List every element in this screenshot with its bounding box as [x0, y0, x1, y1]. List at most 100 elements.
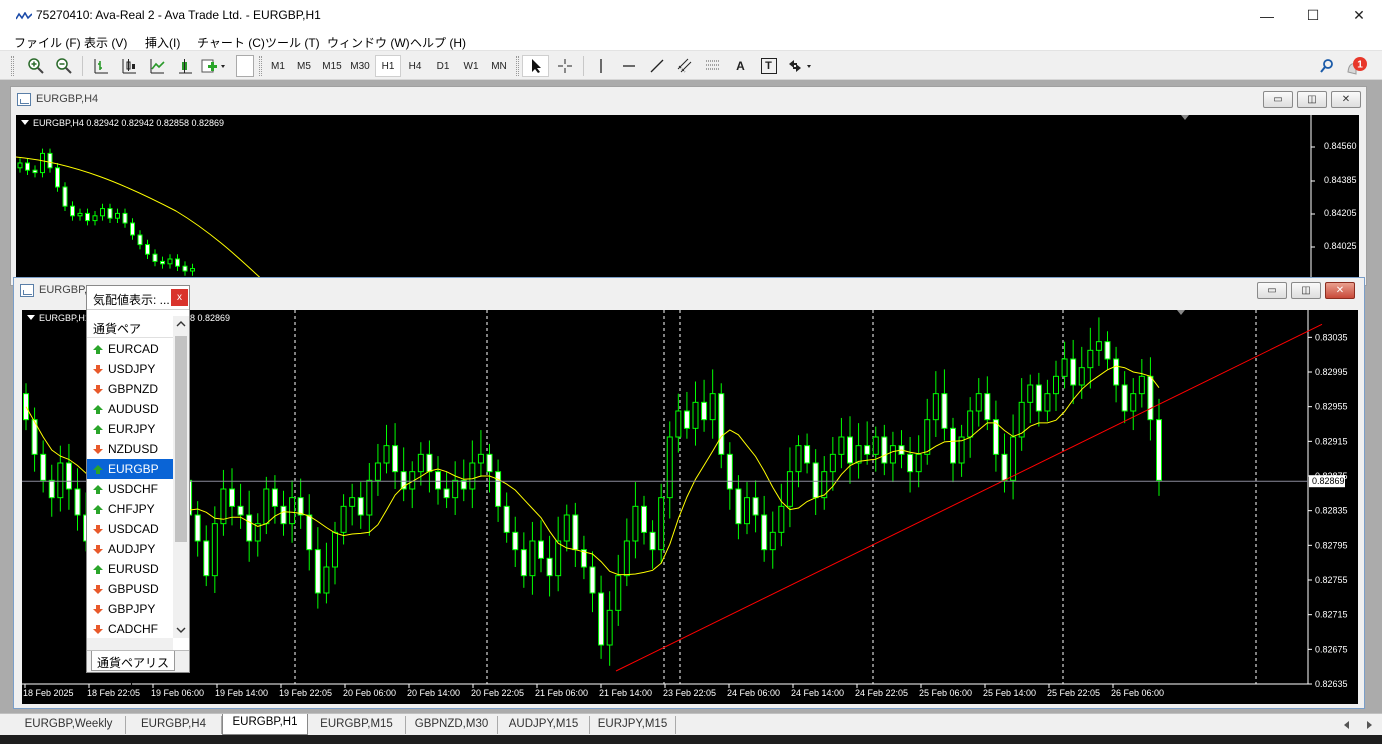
chart-tab[interactable]: GBPNZD,M30 — [406, 716, 498, 734]
add-indicator-icon[interactable] — [199, 55, 226, 77]
tab-scroll-arrows-icon[interactable] — [1338, 720, 1378, 730]
scrollbar-thumb[interactable] — [175, 336, 187, 542]
menu-view[interactable]: 表示 (V) — [84, 34, 127, 51]
chart-close-button[interactable]: ✕ — [1331, 91, 1361, 108]
chart-window-h4[interactable]: EURGBP,H4 ▭ ◫ ✕ EURGBP,H4 0.82942 0.8294… — [10, 86, 1367, 286]
notification-icon[interactable]: 1 — [1344, 55, 1370, 77]
fibonacci-icon[interactable] — [699, 55, 726, 77]
chart-window-titlebar[interactable]: EURGBP,H1 ▭ ◫ ✕ — [14, 278, 1364, 304]
candle-body — [130, 222, 135, 236]
chart-window-h1[interactable]: EURGBP,H1 ▭ ◫ ✕ 0.83035 0.82995 0.82955 0.8… — [13, 277, 1365, 709]
chart-minimize-button[interactable]: ▭ — [1257, 282, 1287, 299]
vertical-line-icon[interactable] — [587, 55, 614, 77]
candle-body — [137, 234, 143, 246]
search-icon[interactable] — [1316, 55, 1338, 77]
chart-tab[interactable]: EURJPY,M15 — [590, 716, 676, 734]
toolbar-grip[interactable] — [259, 56, 262, 76]
timeframe-h1[interactable]: H1 — [375, 55, 401, 77]
chart-restore-button[interactable]: ◫ — [1297, 91, 1327, 108]
symbol-row[interactable]: EURCAD — [87, 339, 173, 359]
x-tick-label: 23 Feb 22:05 — [663, 688, 716, 698]
timeframe-mn[interactable]: MN — [485, 55, 513, 77]
timeframe-m30[interactable]: M30 — [346, 55, 374, 77]
zoom-out-icon[interactable] — [50, 55, 77, 77]
close-button[interactable]: ✕ — [1336, 0, 1382, 31]
symbol-row[interactable]: AUDJPY — [87, 539, 173, 559]
chart-minimize-button[interactable]: ▭ — [1263, 91, 1293, 108]
symbol-row[interactable]: AUDUSD — [87, 399, 173, 419]
chart-close-button[interactable]: ✕ — [1325, 282, 1355, 299]
symbol-name: EURUSD — [108, 562, 159, 576]
x-tick-label: 24 Feb 22:05 — [855, 688, 908, 698]
menu-window[interactable]: ウィンドウ (W) — [327, 34, 410, 51]
line-chart-icon[interactable] — [143, 55, 170, 77]
maximize-button[interactable]: ☐ — [1290, 0, 1336, 31]
chart-dropdown-icon[interactable] — [27, 315, 35, 320]
menu-tools[interactable]: ツール (T) — [265, 34, 320, 51]
tab-symbol-list[interactable]: 通貨ペアリスト — [91, 651, 175, 687]
candle-body — [735, 488, 742, 525]
chart-tab[interactable]: EURGBP,H1 — [222, 714, 308, 735]
candle-body — [941, 393, 948, 429]
timeframe-m15[interactable]: M15 — [318, 55, 346, 77]
timeframe-w1[interactable]: W1 — [458, 55, 484, 77]
chart-window-titlebar[interactable]: EURGBP,H4 ▭ ◫ ✕ — [11, 87, 1366, 113]
crosshair-icon[interactable] — [551, 55, 578, 77]
menu-file[interactable]: ファイル (F) — [14, 34, 81, 51]
toolbar-grip[interactable] — [11, 56, 14, 76]
symbol-row[interactable]: NZDUSD — [87, 439, 173, 459]
symbol-row[interactable]: CHFJPY — [87, 499, 173, 519]
horizontal-line-icon[interactable] — [615, 55, 642, 77]
arrows-dropdown-icon[interactable] — [783, 55, 817, 77]
toolbar-grip[interactable] — [516, 56, 519, 76]
market-watch-close-button[interactable]: x — [171, 289, 188, 306]
symbol-row[interactable]: GBPUSD — [87, 579, 173, 599]
menu-chart[interactable]: チャート (C) — [197, 34, 265, 51]
chart-canvas-h4[interactable]: EURGBP,H4 0.82942 0.82942 0.82858 0.8286… — [16, 115, 1359, 283]
candle-body — [289, 497, 296, 525]
trendline-icon[interactable] — [643, 55, 670, 77]
equidistant-channel-icon[interactable] — [671, 55, 698, 77]
chart-canvas-h1[interactable]: 0.830350.829950.829550.829150.828750.828… — [22, 310, 1358, 704]
timeframe-d1[interactable]: D1 — [430, 55, 456, 77]
symbol-row[interactable]: USDCAD — [87, 519, 173, 539]
symbol-row[interactable]: EURGBP — [87, 459, 173, 479]
chart-dropdown-icon[interactable] — [21, 120, 29, 125]
symbol-row[interactable]: EURUSD — [87, 559, 173, 579]
minimize-button[interactable]: — — [1244, 0, 1290, 31]
candle-body — [55, 167, 60, 188]
chart-window-icon — [20, 284, 34, 297]
symbol-row[interactable]: USDCHF — [87, 479, 173, 499]
candle-body — [271, 488, 278, 507]
timeframe-h4[interactable]: H4 — [402, 55, 428, 77]
candle-body — [1095, 341, 1102, 351]
zoom-in-icon[interactable] — [22, 55, 49, 77]
symbol-row[interactable]: USDJPY — [87, 359, 173, 379]
bar-chart-icon[interactable] — [87, 55, 114, 77]
vertical-scrollbar[interactable] — [173, 316, 189, 638]
periodicity-box[interactable] — [236, 55, 254, 77]
candle-body — [967, 410, 974, 438]
symbol-row[interactable]: GBPNZD — [87, 379, 173, 399]
chart-tab[interactable]: AUDJPY,M15 — [498, 716, 590, 734]
horizontal-scrollbar[interactable] — [87, 638, 173, 650]
chart-tab[interactable]: EURGBP,H4 — [126, 716, 222, 734]
cursor-icon[interactable] — [522, 55, 549, 77]
chart-restore-button[interactable]: ◫ — [1291, 282, 1321, 299]
timeframe-m5[interactable]: M5 — [291, 55, 317, 77]
candlestick-chart-icon[interactable] — [115, 55, 142, 77]
auto-scroll-icon[interactable] — [171, 55, 198, 77]
chart-tab[interactable]: EURGBP,M15 — [308, 716, 406, 734]
symbol-row[interactable]: GBPJPY — [87, 599, 173, 619]
column-header-symbol[interactable]: 通貨ペア — [87, 316, 173, 338]
x-tick-label: 19 Feb 22:05 — [279, 688, 332, 698]
menu-help[interactable]: ヘルプ (H) — [410, 34, 466, 51]
text-label-icon[interactable]: T — [755, 55, 782, 77]
text-tool-icon[interactable]: A — [727, 55, 754, 77]
symbol-row[interactable]: CADCHF — [87, 619, 173, 639]
symbol-row[interactable]: EURJPY — [87, 419, 173, 439]
menu-insert[interactable]: 挿入(I) — [145, 34, 180, 51]
timeframe-m1[interactable]: M1 — [265, 55, 291, 77]
chart-tab[interactable]: EURGBP,Weekly — [12, 716, 126, 734]
market-watch-header[interactable]: 気配値表示: ... x — [87, 286, 189, 310]
